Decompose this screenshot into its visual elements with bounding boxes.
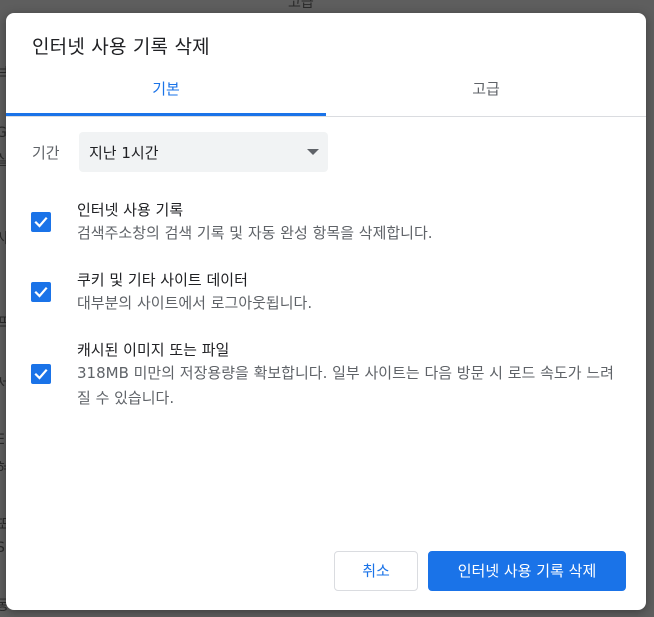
time-range-select[interactable]: 지난 1시간	[79, 132, 328, 172]
checkmark-icon	[34, 286, 48, 298]
clear-browsing-data-dialog: 인터넷 사용 기록 삭제 기본 고급 기간 지난 1시간 인터넷 사용 기록 검…	[6, 13, 646, 610]
option-description: 318MB 미만의 저장용량을 확보합니다. 일부 사이트는 다음 방문 시 로…	[77, 364, 614, 407]
cancel-button[interactable]: 취소	[334, 551, 418, 591]
tab-advanced[interactable]: 고급	[326, 71, 646, 116]
dropdown-arrow-icon	[307, 149, 319, 155]
checkmark-icon	[34, 216, 48, 228]
option-title: 인터넷 사용 기록	[77, 201, 184, 219]
checkmark-icon	[34, 368, 48, 380]
background-text: 고급	[288, 0, 314, 11]
option-title: 쿠키 및 기타 사이트 데이터	[77, 271, 248, 289]
option-description: 검색주소창의 검색 기록 및 자동 완성 항목을 삭제합니다.	[77, 224, 433, 242]
option-title: 캐시된 이미지 또는 파일	[77, 341, 230, 359]
browsing-history-checkbox[interactable]	[31, 212, 51, 232]
time-range-label: 기간	[32, 144, 60, 162]
tab-basic[interactable]: 기본	[6, 71, 326, 116]
dialog-title: 인터넷 사용 기록 삭제	[32, 36, 210, 58]
tab-bar: 기본 고급	[6, 71, 646, 117]
option-description: 대부분의 사이트에서 로그아웃됩니다.	[77, 294, 313, 312]
cache-checkbox[interactable]	[31, 364, 51, 384]
clear-data-button[interactable]: 인터넷 사용 기록 삭제	[428, 551, 626, 591]
cookies-checkbox[interactable]	[31, 282, 51, 302]
active-tab-indicator	[6, 113, 326, 116]
time-range-value: 지난 1시간	[89, 144, 159, 162]
background-fragment: E	[0, 432, 5, 448]
